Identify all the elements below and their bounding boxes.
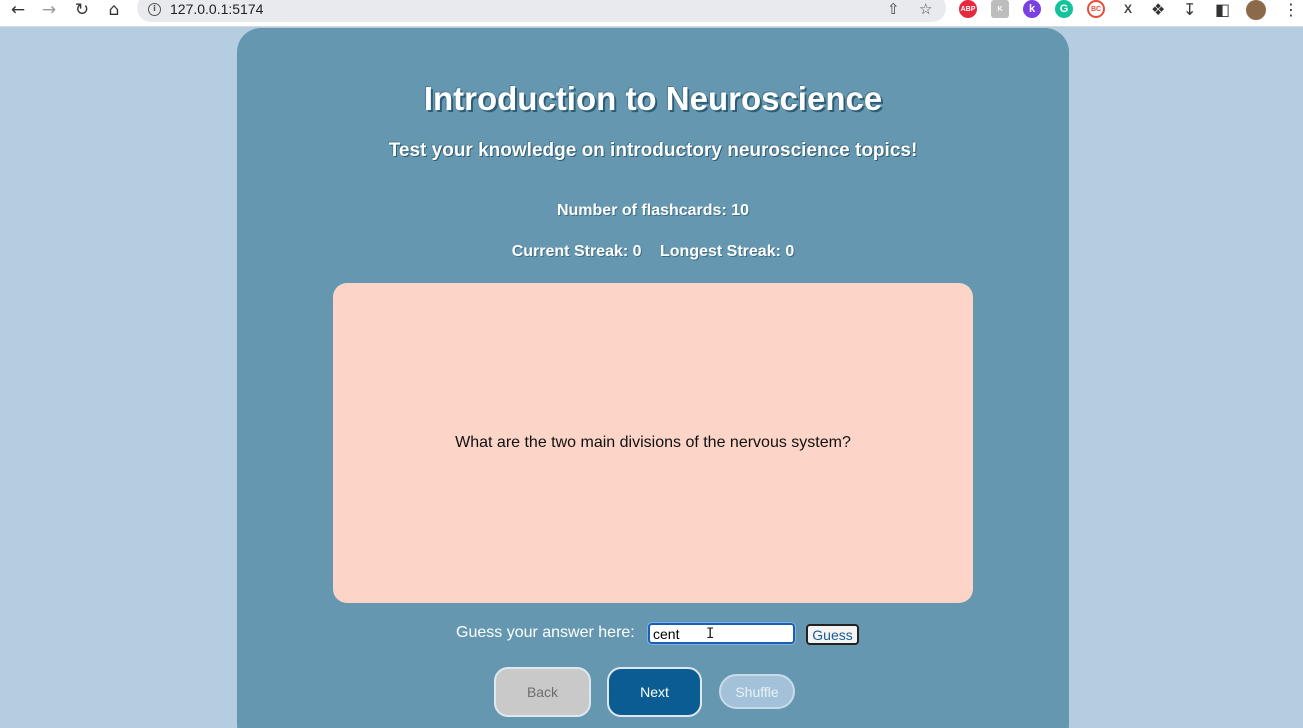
- address-url[interactable]: 127.0.0.1:5174: [170, 1, 263, 17]
- adblock-plus-icon[interactable]: ABP: [959, 0, 977, 18]
- flashcard-count: Number of flashcards: 10: [556, 202, 750, 219]
- page-title: Introduction to Neuroscience: [423, 80, 883, 117]
- forward-arrow-icon[interactable]: →: [38, 0, 60, 20]
- flashcard-question: What are the two main divisions of the n…: [455, 434, 851, 451]
- guess-input[interactable]: [647, 622, 796, 645]
- reload-icon[interactable]: ↻: [71, 0, 93, 20]
- address-bar[interactable]: i 127.0.0.1:5174 ⇧ ☆: [137, 0, 946, 22]
- menu-kebab-icon[interactable]: ⋮: [1283, 0, 1299, 19]
- site-info-icon[interactable]: i: [148, 3, 161, 16]
- flashcard[interactable]: What are the two main divisions of the n…: [333, 283, 973, 603]
- download-icon[interactable]: ↧: [1183, 0, 1196, 19]
- extension-x-icon[interactable]: X: [1119, 0, 1137, 18]
- next-button[interactable]: Next: [607, 667, 702, 717]
- back-arrow-icon[interactable]: ←: [7, 0, 29, 20]
- grammarly-icon[interactable]: G: [1055, 0, 1073, 18]
- extension-k-gray-icon[interactable]: K: [991, 0, 1009, 18]
- longest-streak: Longest Streak: 0: [660, 243, 795, 260]
- share-icon[interactable]: ⇧: [887, 0, 900, 18]
- page-subtitle: Test your knowledge on introductory neur…: [388, 140, 918, 161]
- back-button[interactable]: Back: [494, 667, 591, 717]
- extensions-puzzle-icon[interactable]: ❖: [1151, 0, 1165, 19]
- home-icon[interactable]: ⌂: [103, 0, 125, 20]
- guess-form: Guess your answer here: I Guess: [237, 622, 1069, 646]
- side-panel-icon[interactable]: ◧: [1215, 0, 1230, 19]
- streak-row: Current Streak: 0 Longest Streak: 0: [237, 243, 1069, 261]
- guess-label: Guess your answer here:: [456, 624, 635, 641]
- extension-k-purple-icon[interactable]: k: [1023, 0, 1041, 18]
- bookmark-star-icon[interactable]: ☆: [919, 0, 932, 18]
- shuffle-button[interactable]: Shuffle: [719, 674, 795, 709]
- flashcard-app-panel: Introduction to Neuroscience Test your k…: [237, 28, 1069, 728]
- extension-red-ring-icon[interactable]: BC: [1087, 0, 1105, 18]
- current-streak: Current Streak: 0: [511, 243, 642, 260]
- browser-toolbar: ← → ↻ ⌂ i 127.0.0.1:5174 ⇧ ☆ ABP K k G B…: [0, 0, 1303, 27]
- profile-avatar[interactable]: [1246, 0, 1266, 20]
- guess-button[interactable]: Guess: [806, 624, 859, 645]
